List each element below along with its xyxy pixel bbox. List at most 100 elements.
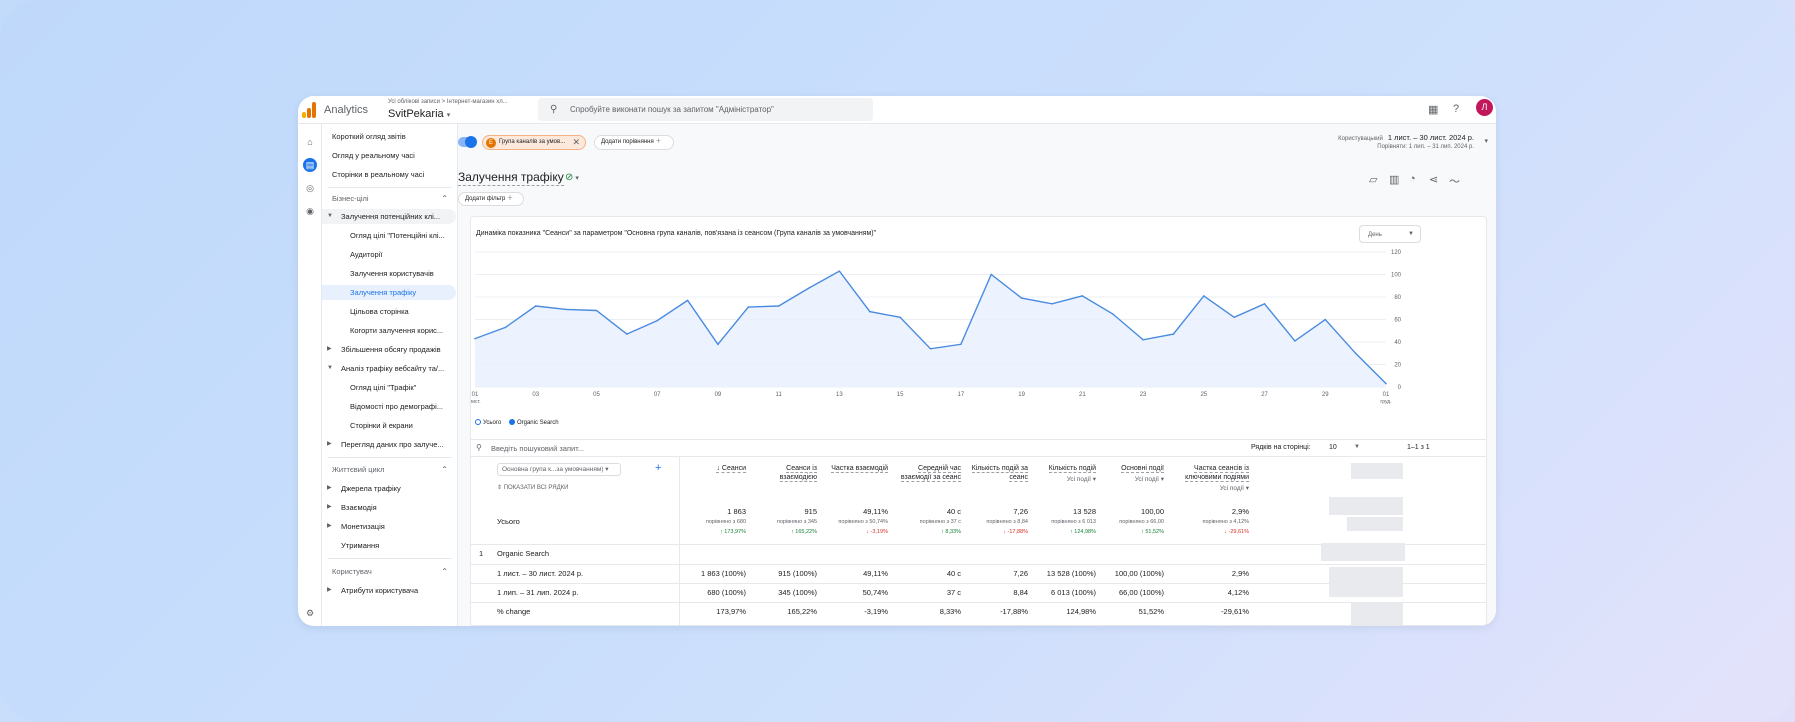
sidebar-item[interactable]: Когорти залучення корис... (322, 323, 456, 338)
table-cell: 8,33% (939, 607, 961, 616)
compare-icon[interactable]: ▥ (1389, 173, 1399, 186)
sidebar-group-engagement[interactable]: ▶ Взаємодія (322, 500, 456, 515)
sidebar-item[interactable]: Огляд цілі "Трафік" (322, 380, 456, 395)
x-tick-label: 17 (958, 392, 965, 398)
row-divider (471, 564, 1486, 565)
data-point (960, 343, 962, 346)
data-point (1020, 297, 1023, 299)
row-index: 1 (479, 549, 484, 558)
share-icon[interactable]: ⋖ (1429, 173, 1438, 186)
legend-total[interactable]: Усього (483, 420, 501, 426)
date-range-picker[interactable]: Користувацький 1 лист. – 30 лист. 2024 р.… (1338, 133, 1488, 150)
comparison-chip[interactable]: Е Група каналів за умов... ✕ (482, 135, 586, 150)
section-user[interactable]: Користувач ⌃ (322, 564, 456, 579)
insights-icon[interactable]: ◔ (1409, 173, 1416, 185)
group-label[interactable]: Organic Search (497, 549, 549, 558)
x-tick-label: 21 (1079, 392, 1086, 398)
column-header[interactable]: Частка взаємодій (822, 464, 888, 473)
analytics-logo-icon[interactable] (302, 102, 316, 118)
column-header[interactable]: Частка сеансів із ключовими подіями Усі п… (1183, 464, 1249, 493)
column-header[interactable]: Середній час взаємодії за сеанс (895, 464, 961, 482)
total-change: ↑ 173,97% (720, 529, 746, 535)
sidebar-item[interactable]: Відомості про демографі... (322, 399, 456, 414)
help-icon[interactable]: ? (1453, 103, 1459, 115)
caret-right-icon: ▶ (327, 587, 332, 593)
breadcrumb[interactable]: Усі облікові записи > Інтернет-магазин х… (388, 99, 508, 105)
settings-gear-icon[interactable]: ⚙ (303, 606, 317, 620)
sidebar-group-web-traffic[interactable]: ▼ Аналіз трафіку вебсайту та/... (322, 361, 456, 376)
data-point (899, 316, 901, 319)
data-point (656, 319, 658, 322)
search-icon: ⚲ (550, 104, 558, 115)
reports-icon[interactable]: ▤ (303, 158, 317, 172)
sidebar-group-monetization[interactable]: ▶ Монетизація (322, 519, 456, 534)
edit-report-icon[interactable]: ▱ (1369, 173, 1377, 186)
sidebar-group-traffic-sources[interactable]: ▶ Джерела трафіку (322, 481, 456, 496)
legend-organic[interactable]: Organic Search (517, 420, 559, 426)
apps-grid-icon[interactable]: ▦ (1428, 103, 1438, 116)
close-icon[interactable]: ✕ (572, 136, 580, 149)
table-cell: 2,9% (1231, 569, 1249, 578)
sidebar-item[interactable]: Сторінки в реальному часі (322, 167, 456, 182)
explore-icon[interactable]: ◎ (303, 181, 317, 195)
sidebar-item[interactable]: Аудиторії (322, 247, 456, 262)
total-change: ↑ 51,52% (1141, 529, 1164, 535)
sidebar-item[interactable]: Цільова сторінка (322, 304, 456, 319)
column-header[interactable]: Кількість подій Усі події ▾ (1030, 464, 1096, 484)
row-divider (471, 602, 1486, 603)
column-header[interactable]: ↓ Сеанси (680, 464, 746, 473)
sidebar-item-retention[interactable]: Утримання (322, 538, 456, 553)
sidebar-item-traffic-acquisition[interactable]: Залучення трафіку (322, 285, 456, 300)
rows-per-page-select[interactable]: 10 (1329, 444, 1337, 451)
add-filter-button[interactable]: Додати фільтр ＋ (458, 192, 524, 206)
advertising-icon[interactable]: ◉ (303, 204, 317, 218)
add-filter-label: Додати фільтр (465, 196, 506, 202)
property-selector[interactable]: SvitPekaria ▾ (388, 108, 450, 120)
date-range-value: 1 лист. – 30 лист. 2024 р. (1387, 133, 1474, 142)
column-header[interactable]: Кількість подій за сеанс (962, 464, 1028, 482)
add-comparison-button[interactable]: Додати порівняння ＋ (594, 135, 674, 150)
table-row-label: 1 лип. – 31 лип. 2024 р. (497, 588, 579, 597)
table-row-label: 1 лист. – 30 лист. 2024 р. (497, 569, 584, 578)
table-search-input[interactable]: Введіть пошуковий запит... (491, 444, 584, 453)
sidebar-item[interactable]: Короткий огляд звітів (322, 129, 456, 144)
sidebar-group-leads[interactable]: ▼ Залучення потенційних клі... (322, 209, 456, 224)
sidebar-item[interactable]: Залучення користувачів (322, 266, 456, 281)
sidebar-item[interactable]: Сторінки й екрани (322, 418, 456, 433)
total-compare: порівняно з 345 (776, 519, 817, 525)
sidebar-item[interactable]: Огляд у реальному часі (322, 148, 456, 163)
column-header[interactable]: Основні події Усі події ▾ (1098, 464, 1164, 484)
trend-icon[interactable]: 〜 (1449, 173, 1460, 189)
add-dimension-icon[interactable]: + (655, 462, 661, 474)
search-bar[interactable]: ⚲ Спробуйте виконати пошук за запитом "А… (538, 98, 873, 121)
sidebar-item[interactable]: Огляд цілі "Потенційні клі... (322, 228, 456, 243)
column-event-filter[interactable]: Усі події ▾ (1183, 484, 1249, 493)
column-header[interactable]: Сеанси із взаємодією (751, 464, 817, 482)
search-placeholder: Спробуйте виконати пошук за запитом "Адм… (570, 105, 774, 114)
column-event-filter[interactable]: Усі події ▾ (1030, 475, 1096, 484)
comparison-toggle[interactable] (458, 136, 477, 148)
table-cell: 4,12% (1227, 588, 1249, 597)
caret-down-icon: ▼ (1408, 231, 1414, 237)
divider (328, 457, 452, 458)
rows-per-page-label: Рядків на сторінці: (1251, 444, 1311, 451)
column-event-filter[interactable]: Усі події ▾ (1098, 475, 1164, 484)
total-value: 40 с (946, 507, 961, 516)
sidebar-group-view-data[interactable]: ▶ Перегляд даних про залуче... (322, 437, 456, 452)
table-cell: 124,98% (1066, 607, 1096, 616)
sidebar-group-sales[interactable]: ▶ Збільшення обсягу продажів (322, 342, 456, 357)
granularity-select[interactable]: День ▼ (1359, 225, 1421, 243)
show-all-rows-button[interactable]: ⇕ ПОКАЗАТИ ВСІ РЯДКИ (497, 484, 568, 491)
home-icon[interactable]: ⌂ (303, 135, 317, 149)
status-check-icon[interactable]: ⊘ ▾ (565, 172, 579, 183)
dimension-select[interactable]: Основна група к...за умовчанням) ▾ (497, 463, 621, 476)
y-tick-label: 80 (1394, 295, 1401, 301)
section-business-goals[interactable]: Бізнес-цілі ⌃ (322, 191, 456, 206)
data-point (990, 273, 993, 276)
total-value: 100,00 (1141, 507, 1164, 516)
x-tick-label: 19 (1018, 392, 1025, 398)
column-header-label: Основні події (1121, 465, 1164, 473)
avatar[interactable]: Л (1476, 99, 1493, 116)
sidebar-group-user-attributes[interactable]: ▶ Атрибути користувача (322, 583, 456, 598)
section-lifecycle[interactable]: Життєвий цикл ⌃ (322, 462, 456, 477)
